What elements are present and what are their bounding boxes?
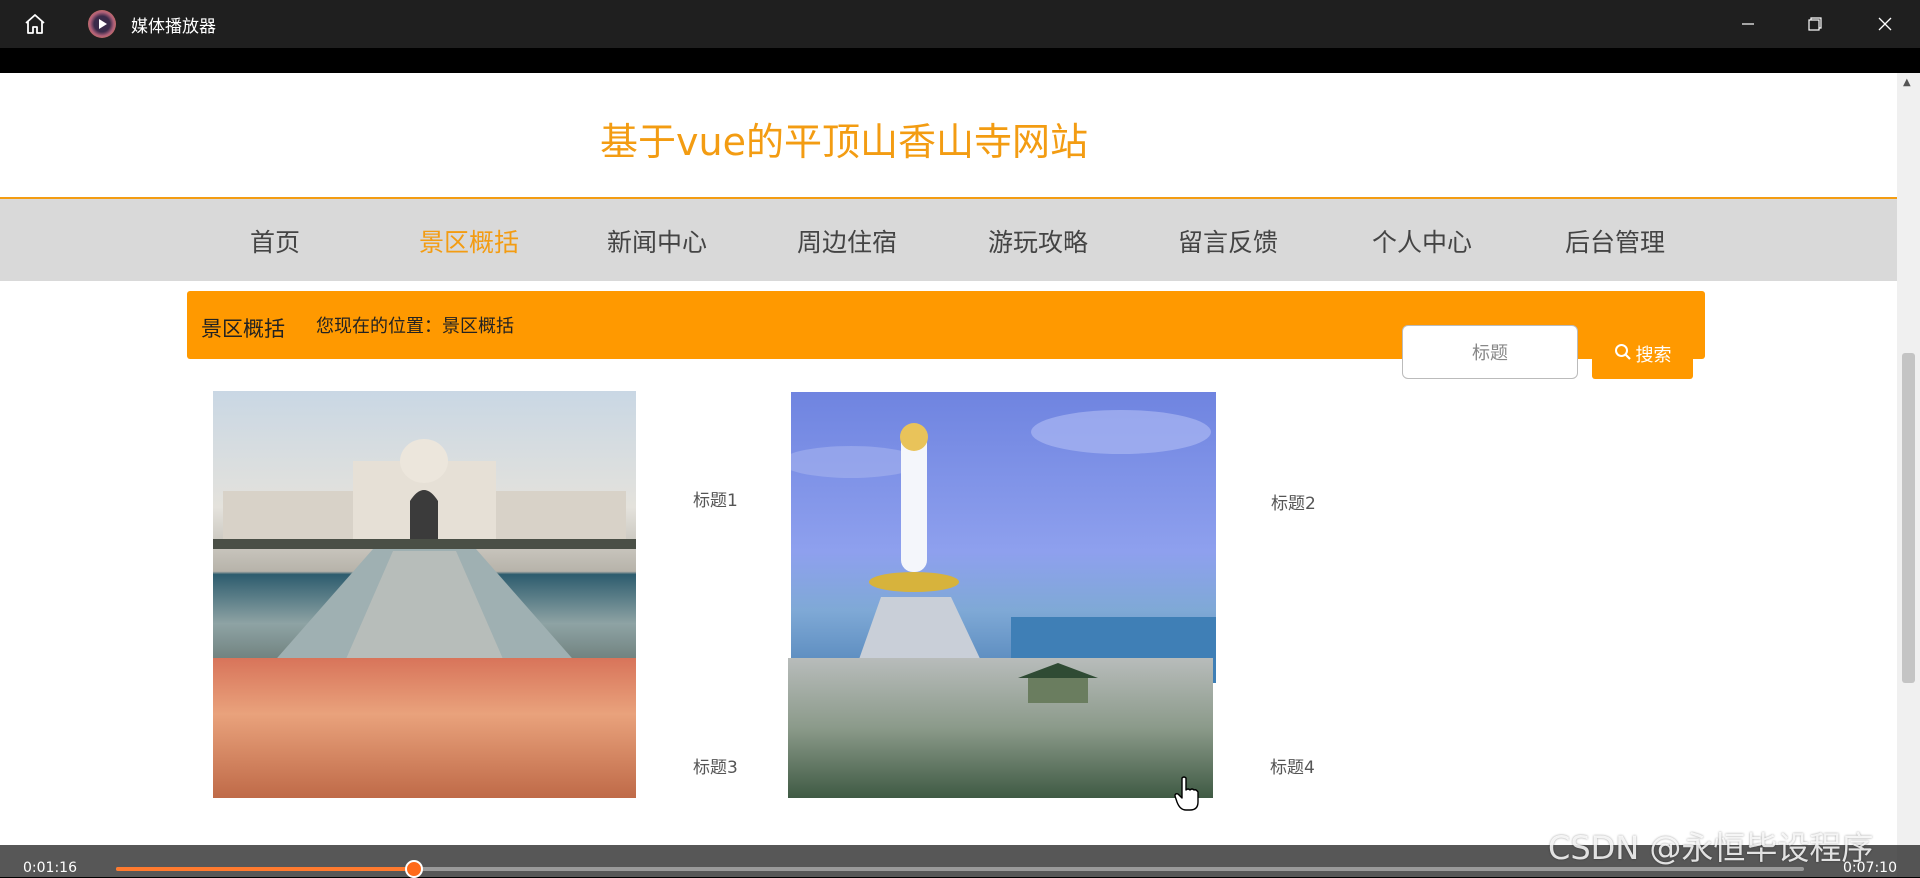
card-title-4[interactable]: 标题4 [1270, 753, 1315, 778]
nav-item-admin[interactable]: 后台管理 [1565, 223, 1665, 259]
scroll-up-arrow-icon[interactable]: ▲ [1903, 77, 1911, 88]
scroll-thumb[interactable] [1902, 353, 1915, 683]
window-title: 媒体播放器 [131, 17, 216, 37]
hand-cursor-icon [1174, 776, 1200, 812]
search-icon [1614, 343, 1632, 366]
card-image-2[interactable] [791, 392, 1216, 683]
card-title-3[interactable]: 标题3 [693, 753, 738, 778]
page-scrollbar[interactable]: ▲ [1897, 73, 1920, 877]
media-player-icon [88, 10, 116, 38]
search-input[interactable]: 标题 [1402, 325, 1578, 379]
video-frame-website: 基于vue的平顶山香山寺网站 首页 景区概括 新闻中心 周边住宿 游玩攻略 留言… [0, 73, 1897, 877]
nav-item-home[interactable]: 首页 [250, 223, 300, 259]
seek-bar-progress [116, 867, 415, 871]
card-image-4[interactable] [788, 658, 1213, 798]
video-letterbox [0, 48, 1920, 73]
nav-item-scenic-overview[interactable]: 景区概括 [419, 223, 519, 259]
site-title: 基于vue的平顶山香山寺网站 [600, 120, 1088, 164]
home-icon[interactable] [20, 11, 50, 37]
nav-item-lodging[interactable]: 周边住宿 [797, 223, 897, 259]
nav-item-profile[interactable]: 个人中心 [1372, 223, 1472, 259]
maximize-icon[interactable] [1792, 8, 1838, 40]
watermark: CSDN @永恒毕设程序 [1548, 829, 1874, 867]
card-image-1[interactable] [213, 391, 636, 682]
card-image-3[interactable] [213, 658, 636, 798]
breadcrumb: 您现在的位置：景区概括 [316, 316, 514, 337]
card-title-2[interactable]: 标题2 [1271, 489, 1316, 514]
nav-item-news[interactable]: 新闻中心 [607, 223, 707, 259]
section-title: 景区概括 [201, 317, 285, 341]
main-nav: 首页 景区概括 新闻中心 周边住宿 游玩攻略 留言反馈 个人中心 后台管理 [0, 199, 1897, 281]
close-icon[interactable] [1862, 8, 1908, 40]
minimize-icon[interactable] [1725, 8, 1771, 40]
current-time: 0:01:16 [23, 860, 77, 876]
site-header: 基于vue的平顶山香山寺网站 [0, 73, 1897, 199]
nav-item-feedback[interactable]: 留言反馈 [1178, 223, 1278, 259]
search-button-label: 搜索 [1635, 345, 1672, 366]
search-button[interactable]: 搜索 [1592, 329, 1693, 379]
card-title-1[interactable]: 标题1 [693, 486, 738, 511]
nav-item-guides[interactable]: 游玩攻略 [988, 223, 1088, 259]
seek-thumb[interactable] [405, 860, 424, 878]
window-title-bar: 媒体播放器 [0, 0, 1920, 48]
